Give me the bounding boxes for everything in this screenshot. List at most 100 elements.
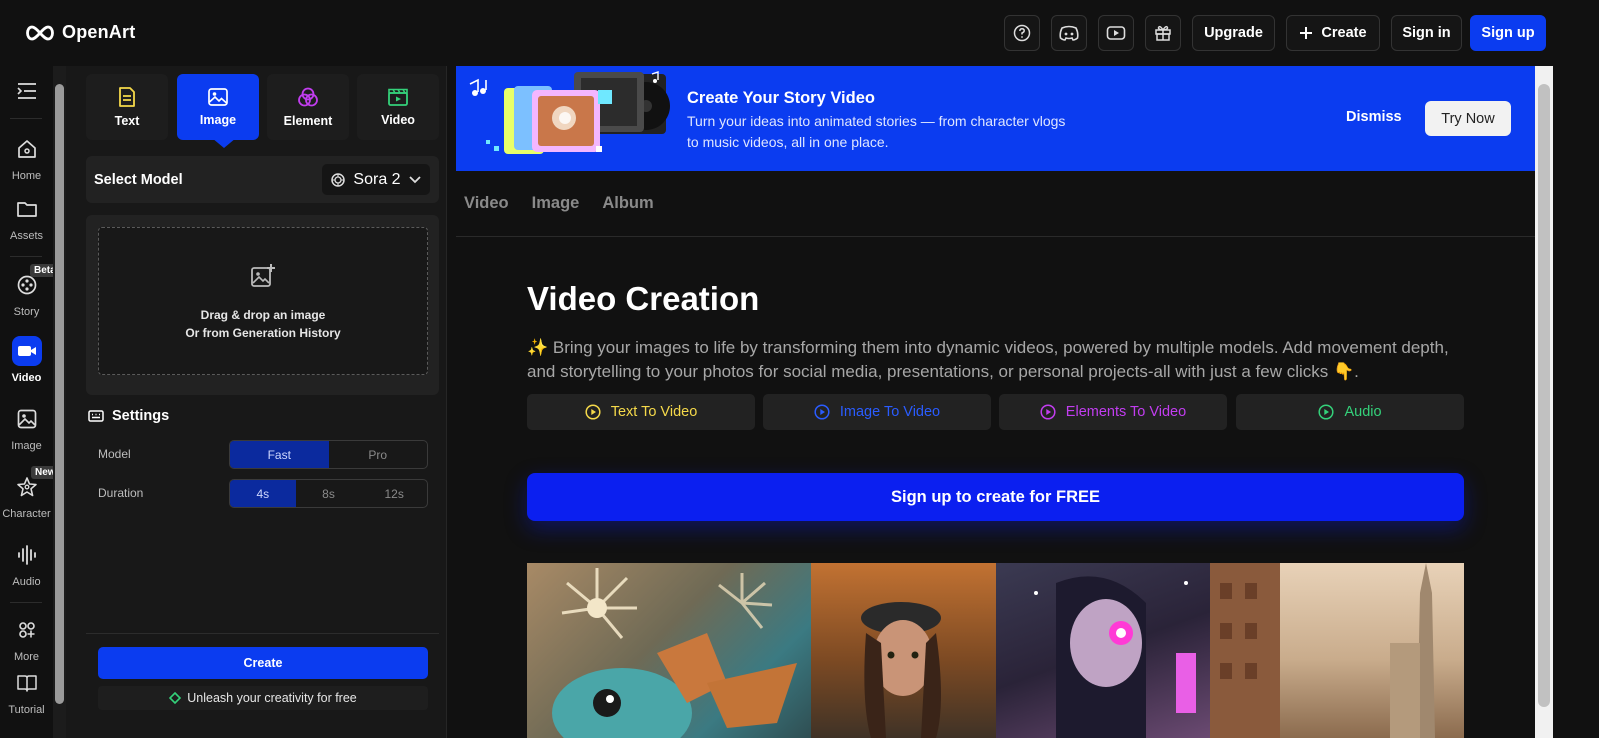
generation-panel: Text Image Element Video Select Model So… xyxy=(66,66,447,738)
generate-create-button[interactable]: Create xyxy=(98,647,428,679)
video-camera-icon xyxy=(17,346,36,356)
dismiss-button[interactable]: Dismiss xyxy=(1346,109,1402,125)
model-selector-row: Select Model Sora 2 xyxy=(86,156,439,203)
book-icon xyxy=(16,675,37,692)
sidebar-item-audio[interactable]: Audio xyxy=(0,540,53,588)
page-description: ✨ Bring your images to life by transform… xyxy=(527,338,1449,381)
city-buildings-image xyxy=(1210,563,1435,738)
tab-image[interactable]: Image xyxy=(177,74,259,140)
option-fast[interactable]: Fast xyxy=(230,441,329,468)
image-upload-area: Drag & drop an image Or from Generation … xyxy=(86,215,439,395)
story-video-banner: Create Your Story Video Turn your ideas … xyxy=(456,66,1535,171)
drop-line-2: Or from Generation History xyxy=(185,326,341,340)
free-note-text: Unleash your creativity for free xyxy=(187,691,357,705)
duration-setting-label: Duration xyxy=(98,486,144,500)
home-icon xyxy=(17,140,36,158)
image-to-video-button[interactable]: Image To Video xyxy=(763,394,991,430)
image-icon xyxy=(17,409,36,429)
clapperboard-icon xyxy=(388,88,408,106)
dragon-image xyxy=(552,568,797,738)
sidebar-item-character[interactable]: Character xyxy=(0,472,53,520)
tabs-divider xyxy=(456,236,1535,237)
gallery-thumbnail-city[interactable] xyxy=(1210,563,1464,738)
sidebar-item-assets[interactable]: Assets xyxy=(0,194,53,242)
tab-album[interactable]: Album xyxy=(602,194,653,213)
audio-waveform-icon xyxy=(17,545,36,565)
text-document-icon xyxy=(119,87,135,107)
tab-video[interactable]: Video xyxy=(357,74,439,140)
select-model-label: Select Model xyxy=(94,172,183,188)
option-12s[interactable]: 12s xyxy=(361,480,427,507)
discord-button[interactable] xyxy=(1051,15,1087,51)
plus-icon xyxy=(1300,27,1313,39)
sidebar-item-story[interactable]: Story xyxy=(0,270,53,318)
tab-text[interactable]: Text xyxy=(86,74,168,140)
banner-collage-illustration xyxy=(469,71,670,154)
gift-button[interactable] xyxy=(1145,15,1181,51)
feature-label: Elements To Video xyxy=(1065,404,1187,420)
duration-toggle: 4s 8s 12s xyxy=(229,479,428,508)
keyboard-settings-icon xyxy=(88,410,104,422)
main-content: Create Your Story Video Turn your ideas … xyxy=(456,66,1535,738)
create-button-label: Create xyxy=(1321,25,1367,41)
sidebar-item-tutorial[interactable]: Tutorial xyxy=(0,668,53,716)
elements-to-video-button[interactable]: Elements To Video xyxy=(999,394,1227,430)
cyber-girl-image xyxy=(1034,576,1196,738)
sidebar-item-image[interactable]: Image xyxy=(0,404,53,452)
gallery-thumbnail-dragon[interactable] xyxy=(527,563,811,738)
help-button[interactable] xyxy=(1004,15,1040,51)
character-icon xyxy=(16,477,37,497)
openart-logo[interactable]: OpenArt xyxy=(24,22,135,43)
sign-in-button[interactable]: Sign in xyxy=(1391,15,1462,51)
feature-label: Image To Video xyxy=(839,404,941,420)
gallery-thumbnail-girl-cap[interactable] xyxy=(811,563,996,738)
menu-toggle-button[interactable] xyxy=(0,82,53,100)
settings-heading: Settings xyxy=(88,408,169,424)
element-circles-icon xyxy=(298,87,318,107)
girl-cap-image xyxy=(861,602,941,738)
gallery-thumbnail-cyber-girl[interactable] xyxy=(996,563,1210,738)
free-note: Unleash your creativity for free xyxy=(98,686,428,710)
audio-button[interactable]: Audio xyxy=(1236,394,1464,430)
sidebar-item-label: Video xyxy=(11,372,42,384)
create-button[interactable]: Create xyxy=(1286,15,1380,51)
folder-icon xyxy=(16,202,37,217)
rail-divider xyxy=(10,256,42,257)
panel-divider xyxy=(86,633,439,634)
text-to-video-button[interactable]: Text To Video xyxy=(527,394,755,430)
signup-cta-button[interactable]: Sign up to create for FREE xyxy=(527,473,1464,521)
sidebar-item-label: Story xyxy=(13,306,40,318)
openai-logo-icon xyxy=(331,172,346,187)
content-tabs: Video Image Album xyxy=(464,194,654,213)
option-pro[interactable]: Pro xyxy=(329,441,428,468)
try-now-button[interactable]: Try Now xyxy=(1425,101,1511,136)
sidebar-item-home[interactable]: Home xyxy=(0,134,53,182)
youtube-button[interactable] xyxy=(1098,15,1134,51)
model-setting-label: Model xyxy=(98,447,131,461)
tab-element[interactable]: Element xyxy=(267,74,349,140)
feature-label: Text To Video xyxy=(610,404,698,420)
option-4s[interactable]: 4s xyxy=(230,480,296,507)
sidebar-item-more[interactable]: More xyxy=(0,615,53,663)
sidebar-item-label: Audio xyxy=(12,576,41,588)
chevron-down-icon xyxy=(408,175,421,183)
model-speed-toggle: Fast Pro xyxy=(229,440,428,469)
sidebar-item-video[interactable]: Video xyxy=(0,336,53,384)
tab-label: Text xyxy=(114,114,140,128)
tab-image-gallery[interactable]: Image xyxy=(532,194,580,213)
option-8s[interactable]: 8s xyxy=(296,480,362,507)
left-rail: Home Assets Story Beta Video Image Chara… xyxy=(0,66,60,738)
rail-divider xyxy=(10,602,42,603)
image-drop-zone[interactable]: Drag & drop an image Or from Generation … xyxy=(98,227,428,375)
video-gallery xyxy=(527,563,1464,738)
grid-icon xyxy=(18,622,35,638)
discord-icon xyxy=(1059,25,1079,41)
add-image-icon xyxy=(251,264,275,287)
tab-video-gallery[interactable]: Video xyxy=(464,194,509,213)
rail-scrollbar-thumb[interactable] xyxy=(55,84,64,704)
model-dropdown[interactable]: Sora 2 xyxy=(322,164,430,195)
rail-divider xyxy=(10,118,42,119)
sign-up-button[interactable]: Sign up xyxy=(1470,15,1546,51)
main-scrollbar-thumb[interactable] xyxy=(1538,84,1550,707)
upgrade-button[interactable]: Upgrade xyxy=(1192,15,1275,51)
